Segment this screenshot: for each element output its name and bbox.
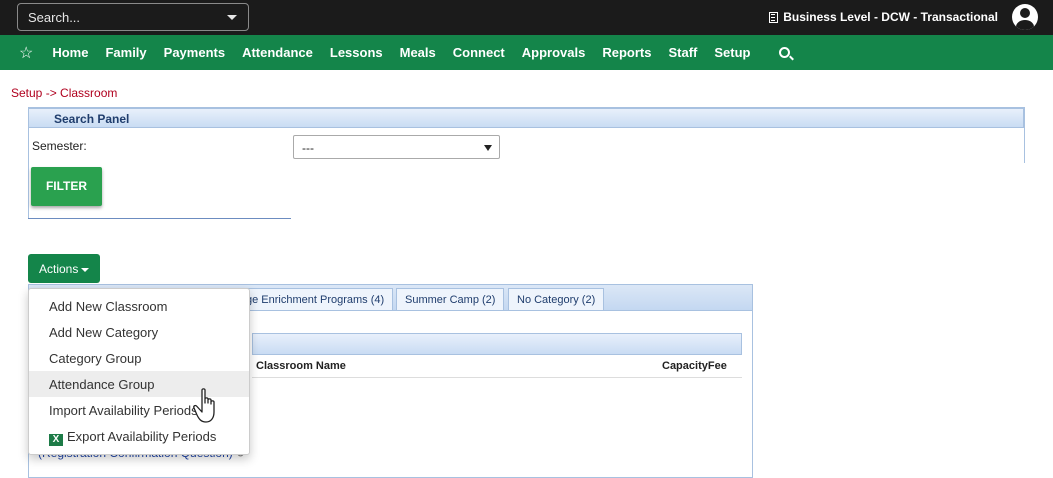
search-panel: Search Panel [28, 107, 1025, 163]
semester-select[interactable]: --- [293, 135, 500, 159]
actions-menu: Add New Classroom Add New Category Categ… [28, 288, 250, 455]
header-divider [252, 377, 742, 378]
search-placeholder: Search... [28, 10, 81, 25]
menu-add-new-category[interactable]: Add New Category [29, 319, 249, 345]
filter-button[interactable]: FILTER [31, 167, 102, 206]
tab-no-category[interactable]: No Category (2) [508, 288, 605, 310]
tab-enrichment-programs[interactable]: ge Enrichment Programs (4) [225, 288, 394, 310]
search-icon[interactable] [779, 47, 791, 58]
caret-down-icon [484, 145, 492, 151]
search-dropdown[interactable]: Search... [17, 3, 249, 31]
nav-home[interactable]: Home [52, 45, 88, 60]
actions-button[interactable]: Actions [28, 254, 100, 283]
semester-value: --- [302, 141, 314, 155]
star-icon[interactable]: ☆ [19, 43, 33, 63]
nav-attendance[interactable]: Attendance [242, 45, 313, 60]
nav-meals[interactable]: Meals [400, 45, 436, 60]
col-capacity-fee[interactable]: CapacityFee [662, 360, 727, 372]
nav-approvals[interactable]: Approvals [522, 45, 586, 60]
caret-down-icon [81, 267, 90, 272]
breadcrumb[interactable]: Setup -> Classroom [11, 86, 117, 100]
nav-lessons[interactable]: Lessons [330, 45, 383, 60]
actions-label: Actions [39, 262, 79, 276]
menu-category-group[interactable]: Category Group [29, 345, 249, 371]
menu-export-label: Export Availability Periods [67, 429, 217, 444]
nav-setup[interactable]: Setup [714, 45, 750, 60]
tab-summer-camp[interactable]: Summer Camp (2) [396, 288, 505, 310]
business-label: Business Level - DCW - Transactional [783, 10, 998, 24]
hand-cursor-icon [193, 388, 215, 423]
top-bar: Search... Business Level - DCW - Transac… [0, 0, 1053, 35]
user-avatar-icon[interactable] [1012, 4, 1038, 30]
excel-icon: X [49, 434, 63, 446]
nav-staff[interactable]: Staff [668, 45, 697, 60]
nav-payments[interactable]: Payments [164, 45, 225, 60]
col-classroom-name[interactable]: Classroom Name [256, 360, 346, 372]
business-level[interactable]: Business Level - DCW - Transactional [769, 10, 998, 24]
classroom-grid-header [252, 333, 742, 355]
nav-connect[interactable]: Connect [453, 45, 505, 60]
search-panel-title: Search Panel [28, 108, 1024, 128]
nav-reports[interactable]: Reports [602, 45, 651, 60]
caret-down-icon [227, 15, 237, 20]
panel-divider [28, 218, 291, 219]
panel-border [28, 127, 29, 219]
semester-label: Semester: [32, 139, 87, 153]
main-nav: ☆ Home Family Payments Attendance Lesson… [0, 35, 1053, 70]
menu-add-new-classroom[interactable]: Add New Classroom [29, 293, 249, 319]
menu-export-availability-periods[interactable]: X Export Availability Periods [29, 423, 249, 449]
building-icon [769, 11, 779, 23]
nav-family[interactable]: Family [105, 45, 146, 60]
